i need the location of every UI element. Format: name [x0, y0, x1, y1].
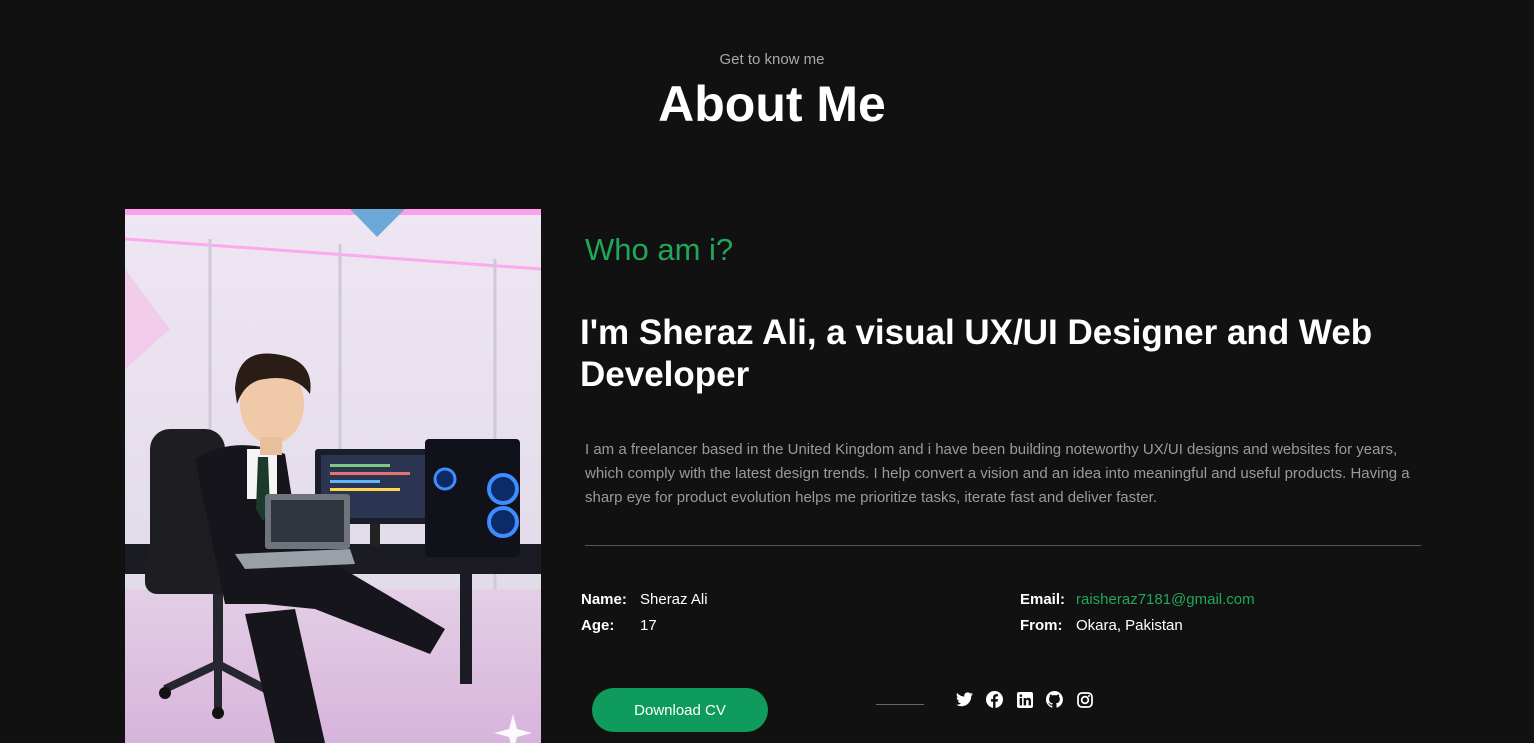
- info-age: Age: 17: [581, 616, 657, 636]
- age-value: 17: [640, 617, 657, 634]
- email-label: Email:: [1020, 591, 1066, 608]
- linkedin-icon[interactable]: [1016, 691, 1033, 708]
- section-subtitle: Who am i?: [585, 232, 734, 267]
- github-icon[interactable]: [1046, 691, 1063, 708]
- facebook-icon[interactable]: [986, 691, 1003, 708]
- section-kicker: Get to know me: [719, 51, 825, 68]
- instagram-icon[interactable]: [1076, 691, 1093, 708]
- intro-headline: I'm Sheraz Ali, a visual UX/UI Designer …: [580, 313, 1373, 394]
- info-name: Name: Sheraz Ali: [581, 590, 708, 610]
- email-link[interactable]: raisheraz7181@gmail.com: [1076, 591, 1255, 608]
- name-label: Name:: [581, 591, 627, 608]
- twitter-icon[interactable]: [956, 691, 973, 708]
- social-links: [956, 691, 1093, 708]
- info-email: Email: raisheraz7181@gmail.com: [1020, 590, 1255, 610]
- social-divider: [876, 704, 924, 705]
- from-label: From:: [1020, 617, 1063, 634]
- page-title: About Me: [658, 76, 886, 132]
- about-section: Get to know me About Me Who am i? I'm Sh…: [0, 0, 1534, 743]
- divider: [585, 545, 1421, 546]
- info-from: From: Okara, Pakistan: [1020, 616, 1183, 636]
- age-label: Age:: [581, 617, 615, 634]
- bio-paragraph: I am a freelancer based in the United Ki…: [585, 441, 1410, 506]
- download-cv-button[interactable]: Download CV: [592, 688, 768, 732]
- from-value: Okara, Pakistan: [1076, 617, 1183, 634]
- name-value: Sheraz Ali: [640, 591, 708, 608]
- profile-photo: [125, 209, 541, 743]
